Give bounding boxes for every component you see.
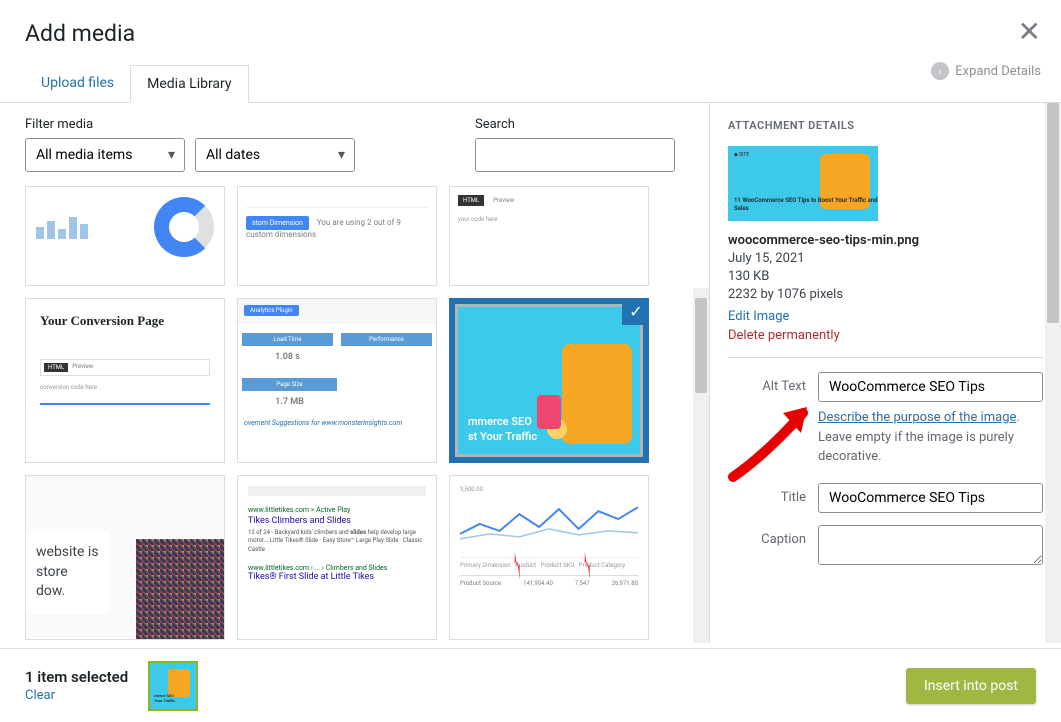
selected-count: 1 item selected: [25, 668, 128, 686]
chevron-left-icon: ‹: [931, 62, 949, 80]
tab-upload-files[interactable]: Upload files: [25, 65, 130, 102]
filter-dates-select[interactable]: All dates: [195, 138, 355, 172]
media-thumb[interactable]: website is store dow.: [25, 475, 225, 640]
tabs: Upload files Media Library: [0, 65, 1061, 103]
tab-media-library[interactable]: Media Library: [130, 65, 248, 103]
details-heading: ATTACHMENT DETAILS: [728, 119, 1043, 132]
media-thumb[interactable]: Analytics Plugin Load Time 1.08 s Perfor…: [237, 298, 437, 463]
attachment-date: July 15, 2021: [728, 251, 1043, 266]
title-input[interactable]: [818, 483, 1043, 513]
scrollbar-thumb[interactable]: [695, 298, 707, 393]
media-thumb-selected[interactable]: ✓ mmerce SEO st Your Traffic: [449, 298, 649, 463]
media-thumb[interactable]: stom Dimension You are using 2 out of 9 …: [237, 186, 437, 286]
media-thumb[interactable]: 3,500.00 Primary Dimension Product Produ…: [449, 475, 649, 640]
media-grid: stom Dimension You are using 2 out of 9 …: [25, 186, 684, 640]
alt-text-input[interactable]: [818, 372, 1043, 402]
clear-selection-link[interactable]: Clear: [25, 688, 128, 703]
media-thumb[interactable]: www.littletikes.com > Active Play Tikes …: [237, 475, 437, 640]
modal-title: Add media: [25, 20, 1036, 47]
expand-label: Expand Details: [955, 64, 1041, 79]
alt-text-label: Alt Text: [728, 372, 806, 402]
filter-media-label: Filter media: [25, 117, 355, 132]
edit-image-link[interactable]: Edit Image: [728, 309, 789, 324]
close-button[interactable]: ✕: [1018, 15, 1041, 48]
details-scrollbar[interactable]: [1045, 103, 1061, 643]
describe-purpose-link[interactable]: Describe the purpose of the image: [818, 410, 1016, 425]
scrollbar-thumb[interactable]: [1047, 103, 1059, 323]
check-icon: ✓: [622, 298, 649, 325]
media-thumb[interactable]: Your Conversion Page HTMLPreview convers…: [25, 298, 225, 463]
attachment-dimensions: 2232 by 1076 pixels: [728, 287, 1043, 302]
insert-into-post-button[interactable]: Insert into post: [906, 668, 1036, 704]
alt-text-helper: Describe the purpose of the image. Leave…: [818, 408, 1043, 467]
media-thumb[interactable]: HTML Preview your code here: [449, 186, 649, 286]
expand-details-button[interactable]: ‹ Expand Details: [931, 62, 1041, 80]
modal-footer: 1 item selected Clear merce SEOYour Traf…: [0, 648, 1061, 722]
attachment-filename: woocommerce-seo-tips-min.png: [728, 233, 919, 248]
filter-media-select[interactable]: All media items: [25, 138, 185, 172]
media-thumb[interactable]: [25, 186, 225, 286]
attachment-filesize: 130 KB: [728, 269, 1043, 284]
search-label: Search: [475, 117, 675, 132]
selected-thumbnail[interactable]: merce SEOYour Traffic: [148, 661, 198, 711]
search-input[interactable]: [475, 138, 675, 172]
delete-permanently-link[interactable]: Delete permanently: [728, 328, 840, 343]
attachment-thumbnail: ◆ SITE 11 WooCommerce SEO Tips to Boost …: [728, 146, 878, 221]
attachment-details-panel: ATTACHMENT DETAILS ◆ SITE 11 WooCommerce…: [709, 103, 1061, 643]
media-library-panel: Filter media All media items All dates: [0, 103, 709, 643]
title-label: Title: [728, 483, 806, 513]
caption-label: Caption: [728, 525, 806, 565]
caption-input[interactable]: [818, 525, 1043, 565]
library-scrollbar[interactable]: [693, 288, 709, 643]
